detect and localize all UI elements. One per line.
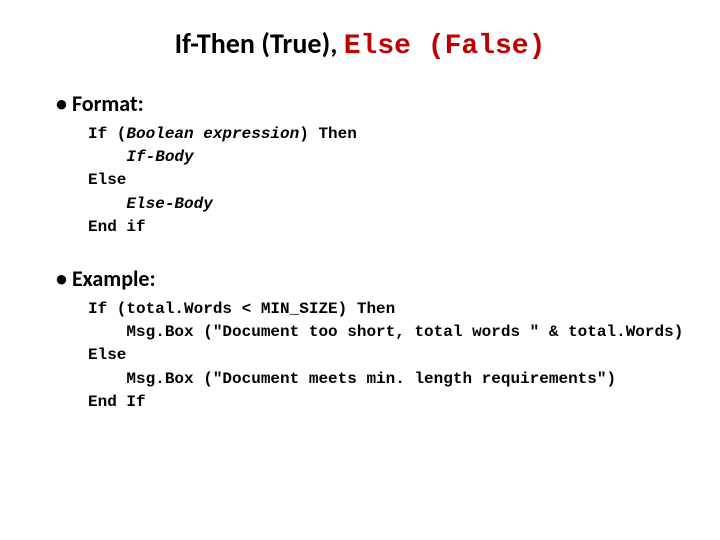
format-section: Format: If (Boolean expression) Then If-… xyxy=(56,90,690,239)
example-section: Example: If (total.Words < MIN_SIZE) The… xyxy=(56,265,690,414)
content-list: Format: If (Boolean expression) Then If-… xyxy=(30,90,690,414)
format-line-1a: If ( xyxy=(88,125,126,143)
example-line-5: End If xyxy=(88,393,146,411)
format-codeblock: If (Boolean expression) Then If-Body Els… xyxy=(88,123,690,239)
format-line-5: End if xyxy=(88,218,146,236)
slide: If-Then (True), Else (False) Format: If … xyxy=(0,0,720,540)
format-line-3: Else xyxy=(88,171,126,189)
title-part2: Else (False) xyxy=(344,31,546,62)
format-line-1c: ) Then xyxy=(299,125,357,143)
example-line-3: Else xyxy=(88,346,126,364)
format-line-2: If-Body xyxy=(88,148,194,166)
title-sep: , xyxy=(330,26,344,61)
slide-title: If-Then (True), Else (False) xyxy=(30,26,690,62)
format-line-4: Else-Body xyxy=(88,195,213,213)
format-heading: Format: xyxy=(56,90,144,117)
example-line-2: Msg.Box ("Document too short, total word… xyxy=(88,323,683,341)
format-line-1b: Boolean expression xyxy=(126,125,299,143)
example-codeblock: If (total.Words < MIN_SIZE) Then Msg.Box… xyxy=(88,298,690,414)
example-heading: Example: xyxy=(56,265,156,292)
example-line-4: Msg.Box ("Document meets min. length req… xyxy=(88,370,616,388)
example-line-1: If (total.Words < MIN_SIZE) Then xyxy=(88,300,395,318)
title-part1: If-Then (True) xyxy=(175,26,331,61)
